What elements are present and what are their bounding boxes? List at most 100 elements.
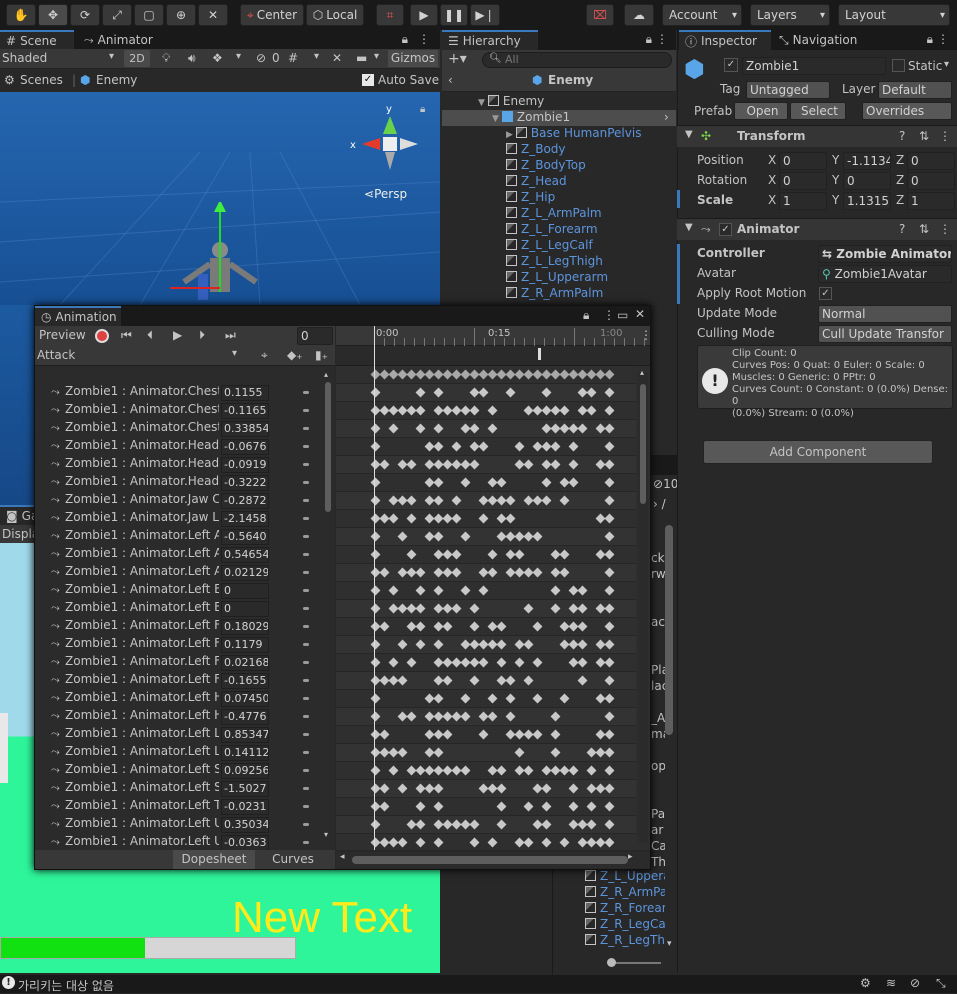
visibility-icon[interactable]: ⊘ [256, 51, 266, 65]
dopesheet-lane[interactable] [336, 528, 636, 546]
add-object-button[interactable]: +▾ [448, 51, 467, 67]
lock-icon[interactable]: 🔒︎ [583, 308, 589, 323]
keyframe-dot-button[interactable] [303, 643, 309, 646]
hierarchy-item[interactable]: Z_R_ArmPalm [506, 286, 603, 300]
chevron-down-icon[interactable]: ▾ [236, 51, 241, 62]
hand-tool-button[interactable]: ✋ [6, 4, 36, 26]
animation-property-row[interactable]: ⤳ Zombie1 : Animator.Left Toes Up-Down-0.… [35, 798, 325, 816]
animation-property-row[interactable]: ⤳ Zombie1 : Animator.Left Shoulder Down-U… [35, 762, 325, 780]
foldout-icon[interactable]: ▼ [478, 98, 485, 108]
play-icon[interactable]: ▶ [173, 328, 182, 342]
animation-property-row[interactable]: ⤳ Zombie1 : Animator.Left Eye Down-Up0 [35, 582, 325, 600]
chevron-down-icon[interactable]: ▾ [944, 59, 949, 70]
preview-toggle[interactable]: Preview [39, 328, 86, 342]
project-item-label[interactable]: ma [651, 727, 665, 741]
scroll-up-icon[interactable]: ▴ [640, 368, 644, 377]
dopesheet-tab[interactable]: Dopesheet [173, 850, 255, 869]
animation-property-row[interactable]: ⤳ Zombie1 : Animator.Left Arm Down-Up-0.5… [35, 528, 325, 546]
transform-header[interactable]: ▼ ✣ Transform ? ⇅ ⋮ [677, 125, 957, 147]
property-value-field[interactable]: 0 [221, 583, 269, 599]
hierarchy-item[interactable]: Z_Hip [506, 190, 555, 204]
layout-dropdown[interactable]: Layout [838, 4, 950, 26]
preset-icon[interactable]: ⇅ [919, 222, 929, 236]
scroll-down-icon[interactable]: ▾ [667, 939, 672, 949]
animation-property-row[interactable]: ⤳ Zombie1 : Animator.Left Lower Leg Twist… [35, 744, 325, 762]
scale-z-field[interactable]: 1 [907, 192, 955, 210]
static-checkbox[interactable] [892, 59, 905, 72]
animation-property-row[interactable]: ⤳ Zombie1 : Animator.Left Hand In-Out-0.4… [35, 708, 325, 726]
hierarchy-item[interactable]: Z_BodyTop [506, 158, 586, 172]
animation-property-row[interactable]: ⤳ Zombie1 : Animator.Jaw Left-Right-2.145… [35, 510, 325, 528]
auto-save-checkbox[interactable]: ✓ [362, 74, 374, 86]
scroll-left-icon[interactable]: ◂ [340, 852, 345, 862]
axis-z-label[interactable]: Z [896, 193, 904, 207]
hierarchy-item[interactable]: Z_R_LegTh [585, 933, 665, 947]
axis-z-label[interactable]: Z [896, 173, 904, 187]
more-menu-icon[interactable]: ⋮ [939, 129, 951, 143]
time-ruler[interactable]: 0:00 0:15 1:00 ⋮ [336, 326, 650, 346]
animation-property-row[interactable]: ⤳ Zombie1 : Animator.Left Shoulder Front-… [35, 780, 325, 798]
active-checkbox[interactable]: ✓ [724, 58, 738, 72]
play-button[interactable]: ▶ [410, 4, 438, 26]
animator-enabled-checkbox[interactable]: ✓ [719, 223, 732, 236]
gizmos-button[interactable]: Gizmos [388, 50, 438, 67]
keyframe-dot-button[interactable] [303, 535, 309, 538]
property-value-field[interactable]: -0.2872 [221, 493, 269, 509]
hierarchy-item[interactable]: ▼ Zombie1 [492, 110, 570, 124]
scene-viewport[interactable]: y x 🔒︎ ⋖Persp [0, 92, 440, 305]
more-menu-icon[interactable]: ⋮ [937, 32, 949, 46]
hierarchy-item[interactable]: Z_L_LegThigh [506, 254, 603, 268]
help-icon[interactable]: ? [899, 222, 905, 236]
tab-inspector[interactable]: ⓘ Inspector [679, 30, 771, 50]
event-lane[interactable] [336, 346, 650, 366]
first-key-icon[interactable]: ⏮ [121, 328, 132, 343]
property-value-field[interactable]: 0.33854 [221, 421, 269, 437]
chevron-down-icon[interactable]: ▾ [314, 51, 319, 62]
custom-tool-button[interactable]: ✕ [198, 4, 228, 26]
scale-y-field[interactable]: 1.1315 [843, 192, 891, 210]
property-value-field[interactable]: 0.35034 [221, 817, 269, 833]
keyframe-dot-button[interactable] [303, 751, 309, 754]
add-event-icon[interactable]: ▮₊ [315, 348, 328, 362]
back-arrow-icon[interactable]: ‹ [448, 73, 453, 87]
project-item-label[interactable]: Ca [651, 839, 665, 853]
property-value-field[interactable]: 0.18029 [221, 619, 269, 635]
project-item-label[interactable]: ck [651, 551, 665, 565]
property-value-field[interactable]: -0.0231 [221, 799, 269, 815]
network-icon[interactable]: ⊘ [910, 976, 920, 990]
hierarchy-item[interactable]: ▼ Enemy [478, 94, 544, 108]
lock-icon[interactable]: 🔒︎ [646, 32, 652, 47]
keyframe-dot-button[interactable] [303, 517, 309, 520]
prefab-overrides-dropdown[interactable]: Overrides [862, 102, 952, 120]
lock-icon[interactable]: 🔒︎ [402, 32, 408, 47]
keyframe-dot-button[interactable] [303, 733, 309, 736]
prefab-select-button[interactable]: Select [790, 102, 846, 120]
rotation-z-field[interactable]: 0 [907, 172, 955, 190]
position-x-field[interactable]: 0 [779, 152, 827, 170]
record-button[interactable] [95, 329, 109, 343]
axis-z-label[interactable]: Z [896, 153, 904, 167]
frame-field[interactable]: 0 [297, 327, 333, 345]
project-scrollbar[interactable] [665, 525, 673, 735]
keyframe-dot-button[interactable] [303, 571, 309, 574]
axis-x-label[interactable]: X [768, 173, 776, 187]
axis-y-label[interactable]: Y [832, 173, 839, 187]
property-value-field[interactable]: -0.3222 [221, 475, 269, 491]
scroll-down-icon[interactable]: ▾ [324, 830, 328, 839]
playhead[interactable] [374, 326, 375, 850]
keyframe-dot-button[interactable] [303, 553, 309, 556]
property-value-field[interactable]: 0 [221, 601, 269, 617]
keyframe-dot-button[interactable] [303, 805, 309, 808]
update-mode-dropdown[interactable]: Normal [818, 305, 952, 323]
animation-property-row[interactable]: ⤳ Zombie1 : Animator.Jaw Close-0.2872 [35, 492, 325, 510]
animation-property-row[interactable]: ⤳ Zombie1 : Animator.Chest Left-Right-0.1… [35, 402, 325, 420]
tag-dropdown[interactable]: Untagged [746, 81, 830, 99]
tab-animator[interactable]: ⤳ Animator [78, 30, 158, 50]
keyframe-dot-button[interactable] [303, 697, 309, 700]
project-item-label[interactable]: Pla [651, 663, 665, 677]
keyframe-dot-button[interactable] [303, 607, 309, 610]
add-keyframe-icon[interactable]: ◆₊ [287, 348, 303, 362]
animation-property-row[interactable]: ⤳ Zombie1 : Animator.Left Forearm Stretch… [35, 654, 325, 672]
project-item-label[interactable]: Pa [651, 807, 665, 821]
breadcrumb-enemy[interactable]: Enemy [96, 73, 137, 87]
